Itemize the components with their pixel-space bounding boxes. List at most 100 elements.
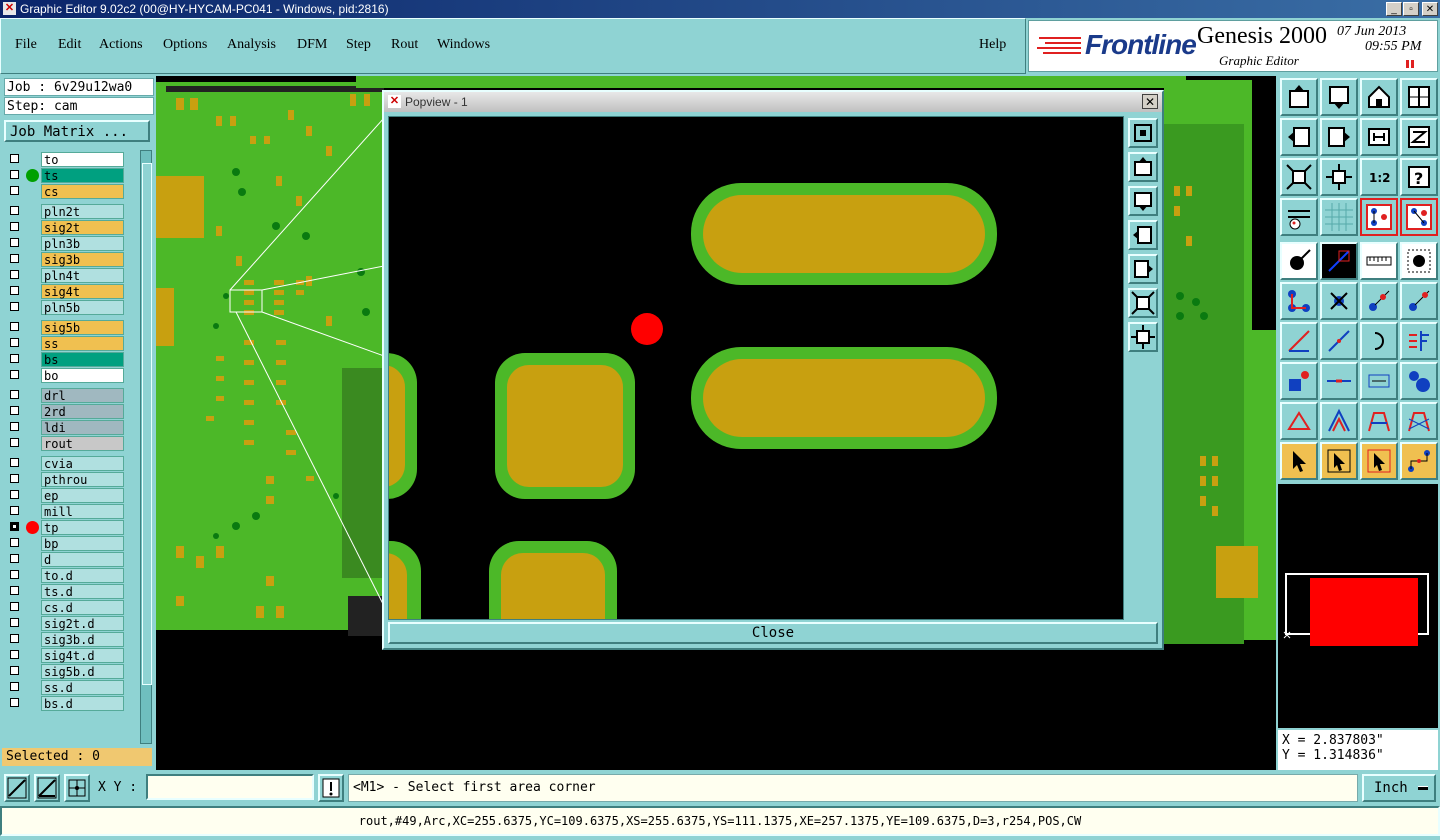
layer-name[interactable]: sig2t.d bbox=[41, 616, 124, 631]
layer-row[interactable]: sig4t.d bbox=[4, 648, 138, 663]
popview-zoom-in-icon[interactable] bbox=[1128, 288, 1158, 318]
minimize-button[interactable]: _ bbox=[1386, 2, 1402, 16]
layer-name[interactable]: ts.d bbox=[41, 584, 124, 599]
split-view-icon[interactable] bbox=[1400, 78, 1438, 116]
layer-name[interactable]: sig3b.d bbox=[41, 632, 124, 647]
layer-checkbox[interactable] bbox=[10, 666, 19, 675]
layer-row[interactable]: pln3b bbox=[4, 236, 138, 251]
pad-select-icon[interactable] bbox=[1280, 242, 1318, 280]
layer-name[interactable]: cs.d bbox=[41, 600, 124, 615]
line-draw-icon[interactable] bbox=[1320, 242, 1358, 280]
layer-row[interactable]: cs.d bbox=[4, 600, 138, 615]
layer-row[interactable]: cs bbox=[4, 184, 138, 199]
layer-name[interactable]: bp bbox=[41, 536, 124, 551]
pointer-box-select-icon[interactable] bbox=[1320, 442, 1358, 480]
layer-row[interactable]: pthrou bbox=[4, 472, 138, 487]
triangle-shape-icon[interactable] bbox=[1280, 402, 1318, 440]
layer-checkbox[interactable] bbox=[10, 650, 19, 659]
layer-checkbox[interactable] bbox=[10, 270, 19, 279]
chevron-shape-icon[interactable] bbox=[1320, 402, 1358, 440]
layer-checkbox[interactable] bbox=[10, 602, 19, 611]
layer-row[interactable]: ep bbox=[4, 488, 138, 503]
layer-checkbox[interactable] bbox=[10, 206, 19, 215]
popview-close-button[interactable]: Close bbox=[388, 622, 1158, 644]
move-node-alt-icon[interactable] bbox=[1400, 282, 1438, 320]
overview-map[interactable] bbox=[1278, 484, 1438, 728]
menu-step[interactable]: Step bbox=[346, 37, 371, 53]
layer-checkbox[interactable] bbox=[10, 682, 19, 691]
layer-checkbox[interactable] bbox=[10, 618, 19, 627]
delete-node-icon[interactable] bbox=[1320, 282, 1358, 320]
alert-icon[interactable] bbox=[318, 774, 344, 802]
layer-name[interactable]: sig3b bbox=[41, 252, 124, 267]
layer-checkbox[interactable] bbox=[10, 490, 19, 499]
layer-name[interactable]: to.d bbox=[41, 568, 124, 583]
layer-name[interactable]: ep bbox=[41, 488, 124, 503]
layer-checkbox[interactable] bbox=[10, 254, 19, 263]
popview-close-icon[interactable]: ✕ bbox=[1142, 94, 1158, 109]
move-node-icon[interactable] bbox=[1360, 282, 1398, 320]
ruler-icon[interactable] bbox=[1360, 242, 1398, 280]
layer-checkbox[interactable] bbox=[10, 302, 19, 311]
menu-file[interactable]: File bbox=[15, 37, 37, 53]
area-select-icon[interactable] bbox=[1400, 242, 1438, 280]
layer-row[interactable]: bs bbox=[4, 352, 138, 367]
layer-name[interactable]: bo bbox=[41, 368, 124, 383]
menu-windows[interactable]: Windows bbox=[437, 37, 490, 53]
layer-name[interactable]: 2rd bbox=[41, 404, 124, 419]
menu-actions[interactable]: Actions bbox=[99, 37, 143, 53]
pointer-net-select-icon[interactable] bbox=[1360, 442, 1398, 480]
job-matrix-button[interactable]: Job Matrix ... bbox=[4, 120, 150, 142]
snap-mode-icon[interactable] bbox=[4, 774, 30, 802]
layer-row[interactable]: ss bbox=[4, 336, 138, 351]
layer-row[interactable]: bo bbox=[4, 368, 138, 383]
layer-name[interactable]: d bbox=[41, 552, 124, 567]
layer-checkbox[interactable] bbox=[10, 154, 19, 163]
layer-checkbox[interactable] bbox=[10, 186, 19, 195]
layer-row[interactable]: tp bbox=[4, 520, 138, 535]
layer-name[interactable]: ss.d bbox=[41, 680, 124, 695]
measure-distance-icon[interactable] bbox=[1360, 362, 1398, 400]
layer-name[interactable]: cvia bbox=[41, 456, 124, 471]
layer-row[interactable]: sig2t bbox=[4, 220, 138, 235]
layer-name[interactable]: bs bbox=[41, 352, 124, 367]
layer-row[interactable]: rout bbox=[4, 436, 138, 451]
menu-help[interactable]: Help bbox=[979, 37, 1006, 53]
layer-row[interactable]: sig4t bbox=[4, 284, 138, 299]
layer-checkbox[interactable] bbox=[10, 390, 19, 399]
layer-row[interactable]: ts.d bbox=[4, 584, 138, 599]
popview-zoom-fit-icon[interactable] bbox=[1128, 118, 1158, 148]
layer-checkbox[interactable] bbox=[10, 422, 19, 431]
layer-checkbox[interactable] bbox=[10, 354, 19, 363]
layer-row[interactable]: sig3b.d bbox=[4, 632, 138, 647]
layer-name[interactable]: pln4t bbox=[41, 268, 124, 283]
layer-row[interactable]: d bbox=[4, 552, 138, 567]
layer-checkbox[interactable] bbox=[10, 506, 19, 515]
house-icon[interactable] bbox=[1360, 78, 1398, 116]
layer-checkbox[interactable] bbox=[10, 698, 19, 707]
layer-row[interactable]: ldi bbox=[4, 420, 138, 435]
layer-checkbox[interactable] bbox=[10, 406, 19, 415]
layer-checkbox[interactable] bbox=[10, 322, 19, 331]
layer-checkbox[interactable] bbox=[10, 458, 19, 467]
layer-checkbox[interactable] bbox=[10, 634, 19, 643]
layer-checkbox[interactable] bbox=[10, 522, 19, 531]
layer-row[interactable]: to.d bbox=[4, 568, 138, 583]
layer-checkbox[interactable] bbox=[10, 474, 19, 483]
home-up-icon[interactable] bbox=[1280, 78, 1318, 116]
layer-checkbox[interactable] bbox=[10, 338, 19, 347]
arch-shape-icon[interactable] bbox=[1360, 402, 1398, 440]
layer-name[interactable]: drl bbox=[41, 388, 124, 403]
layer-name[interactable]: sig4t bbox=[41, 284, 124, 299]
layer-row[interactable]: sig2t.d bbox=[4, 616, 138, 631]
layer-row[interactable]: drl bbox=[4, 388, 138, 403]
layer-checkbox[interactable] bbox=[10, 370, 19, 379]
layer-name[interactable]: sig2t bbox=[41, 220, 124, 235]
layer-checkbox[interactable] bbox=[10, 238, 19, 247]
pointer-select-icon[interactable] bbox=[1280, 442, 1318, 480]
node-path-select-icon[interactable] bbox=[1400, 442, 1438, 480]
layer-name[interactable]: rout bbox=[41, 436, 124, 451]
zigzag-icon[interactable] bbox=[1400, 118, 1438, 156]
menu-options[interactable]: Options bbox=[163, 37, 207, 53]
connect-nodes-icon[interactable] bbox=[1280, 282, 1318, 320]
